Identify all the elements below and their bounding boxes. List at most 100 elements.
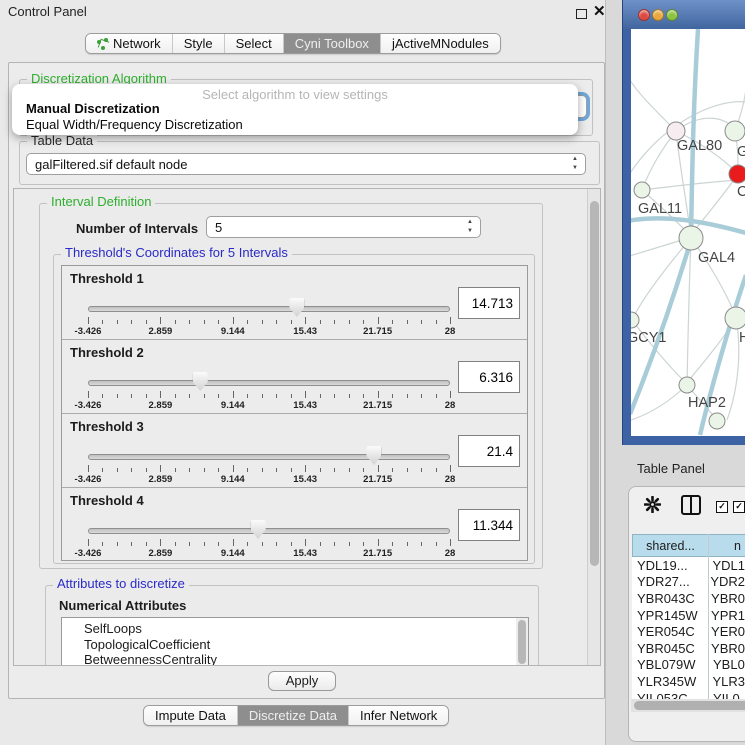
table-cell: YPR145W (632, 608, 707, 623)
network-node[interactable] (729, 165, 745, 183)
table-row[interactable]: YDR27...YDR2 (632, 574, 745, 591)
threshold-value-field[interactable] (458, 435, 520, 467)
network-node[interactable] (679, 377, 695, 393)
column-header-name[interactable]: n (708, 534, 745, 557)
table-row[interactable]: YBL079WYBL0 (632, 657, 745, 674)
number-of-intervals-combobox[interactable]: 5 ▲▼ (206, 216, 481, 238)
tab-network[interactable]: Network (86, 34, 172, 53)
tab-impute-data[interactable]: Impute Data (144, 706, 237, 725)
table-cell: YER0 (707, 624, 745, 639)
close-icon[interactable]: ✕ (593, 2, 606, 20)
network-edge[interactable] (633, 238, 691, 318)
tab-label: jActiveMNodules (392, 34, 489, 54)
table-row[interactable]: YLR345WYLR3 (632, 673, 745, 690)
network-node[interactable] (725, 121, 745, 141)
table-cell: YLR3 (708, 674, 745, 689)
table-row[interactable]: YDL19...YDL1 (632, 557, 745, 574)
scrollbar-thumb[interactable] (590, 201, 599, 566)
tab-cyni-toolbox[interactable]: Cyni Toolbox (283, 34, 380, 53)
checked-checkbox-icon[interactable]: ✓ (733, 501, 745, 513)
table-cell: YBL0 (709, 657, 745, 672)
slider-tick-label: 9.144 (221, 326, 245, 337)
table-row[interactable]: YPR145WYPR1 (632, 607, 745, 624)
scrollbar-thumb[interactable] (518, 620, 526, 664)
network-edge[interactable] (631, 80, 676, 131)
node-label: HAP2 (688, 395, 726, 411)
attributes-scrollbar[interactable] (516, 618, 528, 666)
tab-discretize-data[interactable]: Discretize Data (237, 706, 348, 725)
table-horizontal-scrollbar[interactable] (631, 699, 745, 712)
table-row[interactable]: YER054CYER0 (632, 623, 745, 640)
threshold-panel: Threshold 3 -3.4262.8599.14415.4321.7152… (62, 414, 527, 488)
gear-icon[interactable] (644, 496, 661, 516)
scrollbar-thumb[interactable] (634, 701, 745, 710)
number-of-intervals-label: Number of Intervals (76, 221, 198, 236)
slider-track[interactable] (88, 380, 450, 386)
columns-icon[interactable] (681, 495, 701, 515)
table-data-combobox[interactable]: galFiltered.sif default node ▲▼ (26, 153, 586, 175)
network-node[interactable] (679, 226, 703, 250)
slider-tick-label: 21.715 (363, 400, 392, 411)
slider-tick-label: 2.859 (149, 474, 173, 485)
slider-tick-label: 28 (445, 326, 456, 337)
network-edge[interactable] (631, 240, 682, 258)
checked-checkbox-icon[interactable]: ✓ (716, 501, 728, 513)
popup-item-equal-width-frequency[interactable]: Equal Width/Frequency Discretization (26, 117, 243, 132)
slider-thumb[interactable] (289, 298, 304, 317)
tab-select[interactable]: Select (224, 34, 283, 53)
close-traffic-light-icon[interactable] (638, 9, 650, 21)
list-item[interactable]: TopologicalCoefficient (84, 637, 528, 653)
network-edge[interactable] (643, 131, 676, 188)
threshold-value-field[interactable] (458, 361, 520, 393)
tab-jactivemnodules[interactable]: jActiveMNodules (380, 34, 500, 53)
network-window-titlebar[interactable] (623, 0, 745, 29)
network-edge[interactable] (691, 29, 698, 237)
popup-item-manual-discretization[interactable]: Manual Discretization (26, 101, 160, 116)
bottom-tab-bar: Impute Data Discretize DataInfer Network (143, 705, 449, 726)
threshold-label: Threshold 2 (70, 345, 144, 360)
table-cell: YER054C (632, 624, 707, 639)
network-edge[interactable] (687, 238, 691, 384)
node-label: GAL80 (677, 138, 722, 154)
table-row[interactable]: YIL053CYIL0 (632, 690, 745, 699)
table-rows: YDL19...YDL1YDR27...YDR2YBR043CYBR0YPR14… (632, 557, 745, 699)
slider-tick-label: 21.715 (363, 548, 392, 559)
table-row[interactable]: YBR045CYBR0 (632, 640, 745, 657)
table-cell: YLR345W (632, 674, 708, 689)
slider-tick-label: 2.859 (149, 326, 173, 337)
slider-thumb[interactable] (251, 520, 266, 539)
window-title: Control Panel (8, 4, 87, 19)
slider-tick-label: 2.859 (149, 400, 173, 411)
table-cell: YIL053C (632, 691, 709, 699)
slider-track[interactable] (88, 454, 450, 460)
list-item[interactable]: BetweennessCentrality (84, 652, 528, 666)
apply-button[interactable]: Apply (268, 671, 336, 691)
network-canvas[interactable]: GAL80GCGAL11GAL4GCY1HHAP2 (631, 29, 745, 436)
settings-vertical-scrollbar[interactable] (587, 189, 600, 665)
zoom-traffic-light-icon[interactable] (666, 9, 678, 21)
slider-tick-label: -3.426 (75, 474, 102, 485)
slider-thumb[interactable] (366, 446, 381, 465)
network-node[interactable] (725, 307, 745, 329)
threshold-value-field[interactable] (458, 509, 520, 541)
tab-style[interactable]: Style (172, 34, 224, 53)
network-node[interactable] (634, 182, 650, 198)
numerical-attributes-list[interactable]: SelfLoopsTopologicalCoefficientBetweenne… (61, 617, 529, 666)
slider-thumb[interactable] (193, 372, 208, 391)
slider-track[interactable] (88, 528, 450, 534)
tab-label: Impute Data (155, 706, 226, 726)
minimize-traffic-light-icon[interactable] (652, 9, 664, 21)
list-item[interactable]: SelfLoops (84, 621, 528, 637)
tab-infer-network[interactable]: Infer Network (348, 706, 448, 725)
table-cell: YDR2 (706, 574, 745, 589)
attributes-legend: Attributes to discretize (53, 577, 189, 591)
network-node[interactable] (631, 312, 639, 328)
float-window-icon[interactable] (576, 9, 587, 19)
slider-track[interactable] (88, 306, 450, 312)
table-row[interactable]: YBR043CYBR0 (632, 590, 745, 607)
threshold-value-field[interactable] (458, 287, 520, 319)
network-icon (97, 38, 109, 50)
column-header-shared[interactable]: shared... (632, 534, 709, 557)
network-node[interactable] (709, 413, 725, 429)
slider-tick-label: 2.859 (149, 548, 173, 559)
